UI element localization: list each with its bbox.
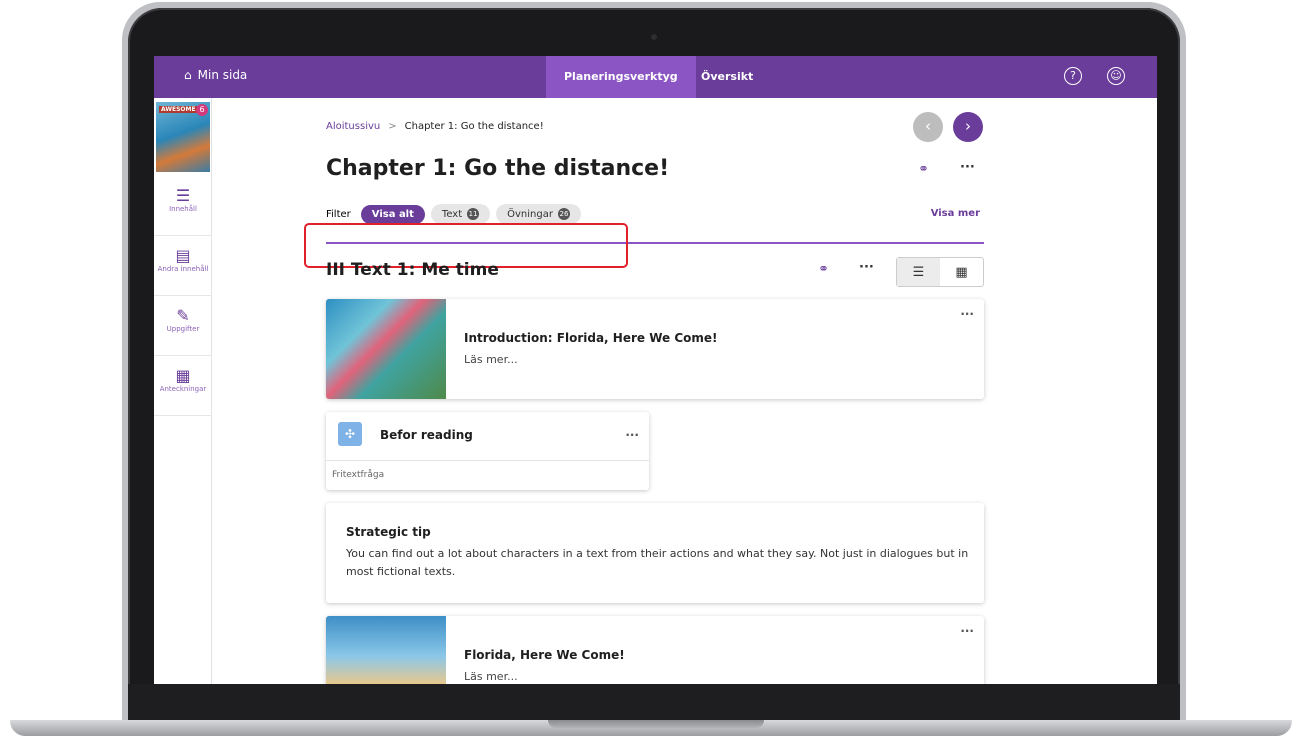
previous-button[interactable]: ‹ — [913, 112, 943, 142]
filter-bar: Filter Visa alt Text 11 Övningar 26 — [326, 204, 581, 224]
main-content: Aloitussivu > Chapter 1: Go the distance! … — [304, 56, 986, 684]
list-view-icon[interactable]: ☰ — [897, 258, 940, 286]
more-options-icon[interactable]: ··· — [960, 624, 974, 638]
card-title: Introduction: Florida, Here We Come! — [464, 331, 718, 345]
breadcrumb: Aloitussivu > Chapter 1: Go the distance! — [326, 121, 544, 132]
chip-label: Text — [441, 208, 463, 220]
task-divider — [326, 460, 649, 461]
book-cover[interactable]: AWESOME 6 — [156, 102, 210, 172]
sidebar-item-label: Uppgifter — [166, 325, 200, 333]
card-read-more[interactable]: Läs mer... — [464, 670, 518, 683]
more-options-icon[interactable]: ··· — [960, 307, 974, 321]
chip-label: Visa alt — [371, 208, 414, 220]
tip-title: Strategic tip — [346, 525, 431, 539]
list-icon: ☰ — [175, 186, 191, 205]
filter-chip-show-all[interactable]: Visa alt — [360, 204, 425, 224]
breadcrumb-separator: > — [388, 121, 397, 132]
strategic-tip-card: Strategic tip You can find out a lot abo… — [326, 503, 984, 603]
sidebar-item-notes[interactable]: ▦ Anteckningar — [154, 356, 212, 416]
more-options-icon[interactable]: ··· — [625, 428, 639, 442]
card-title: Florida, Here We Come! — [464, 648, 625, 662]
puzzle-icon: ✣ — [338, 422, 362, 446]
show-more-link[interactable]: Visa mer — [931, 208, 980, 219]
sidebar-item-label: Andra innehåll — [157, 265, 209, 273]
camera-icon — [651, 34, 657, 40]
notes-icon: ▦ — [175, 366, 191, 385]
section-link-icon[interactable]: ⚭ — [818, 262, 829, 277]
help-icon[interactable]: ? — [1064, 67, 1082, 85]
app-screen: ⌂ Min sida Planeringsverktyg Översikt ? … — [154, 56, 1157, 684]
chevron-left-icon: ‹ — [925, 117, 931, 135]
sidebar-item-other-content[interactable]: ▤ Andra innehåll — [154, 236, 212, 296]
breadcrumb-current: Chapter 1: Go the distance! — [404, 121, 544, 132]
content-card-intro[interactable]: Introduction: Florida, Here We Come! Läs… — [326, 299, 984, 399]
chip-label: Övningar — [507, 208, 553, 220]
chevron-right-icon: › — [965, 117, 971, 135]
laptop-mockup: ⌂ Min sida Planeringsverktyg Översikt ? … — [0, 0, 1302, 746]
task-card[interactable]: ✣ Befor reading ··· Fritextfråga — [326, 412, 649, 490]
section-title: III Text 1: Me time — [326, 260, 499, 280]
filter-chip-exercises[interactable]: Övningar 26 — [496, 204, 581, 224]
book-title: AWESOME — [159, 106, 198, 113]
laptop-notch — [548, 720, 764, 728]
breadcrumb-home[interactable]: Aloitussivu — [326, 121, 380, 132]
tip-body: You can find out a lot about characters … — [346, 547, 969, 578]
more-options-icon[interactable]: ··· — [960, 160, 975, 175]
laptop-bezel-bottom — [128, 684, 1180, 720]
home-icon: ⌂ — [184, 68, 192, 82]
task-type: Fritextfråga — [332, 470, 385, 480]
intro-thumbnail — [326, 299, 446, 399]
card-read-more[interactable]: Läs mer... — [464, 353, 518, 366]
view-toggle: ☰ ▦ — [896, 257, 984, 287]
sidebar: AWESOME 6 ☰ Innehåll ▤ Andra innehåll ✎ … — [154, 98, 212, 684]
other-content-icon: ▤ — [175, 246, 191, 265]
home-label: Min sida — [197, 68, 248, 82]
filter-chip-text[interactable]: Text 11 — [430, 204, 491, 224]
next-button[interactable]: › — [953, 112, 983, 142]
sidebar-item-label: Anteckningar — [159, 385, 207, 393]
home-link[interactable]: ⌂ Min sida — [184, 68, 247, 82]
sidebar-item-content[interactable]: ☰ Innehåll — [154, 176, 212, 236]
page-title: Chapter 1: Go the distance! — [326, 156, 670, 181]
chip-count: 11 — [467, 208, 480, 220]
section-more-icon[interactable]: ··· — [859, 260, 874, 275]
book-badge: 6 — [196, 104, 208, 116]
florida-thumbnail — [326, 616, 446, 684]
chip-count: 26 — [557, 208, 570, 220]
user-icon[interactable]: ☺ — [1107, 67, 1125, 85]
assignment-icon: ✎ — [176, 306, 190, 325]
content-card-florida[interactable]: Florida, Here We Come! Läs mer... ··· — [326, 616, 984, 684]
sidebar-item-assignments[interactable]: ✎ Uppgifter — [154, 296, 212, 356]
filter-label: Filter — [326, 208, 351, 220]
sidebar-item-label: Innehåll — [169, 205, 197, 213]
grid-view-icon[interactable]: ▦ — [940, 258, 983, 286]
task-title: Befor reading — [380, 428, 473, 442]
link-icon[interactable]: ⚭ — [918, 162, 929, 177]
